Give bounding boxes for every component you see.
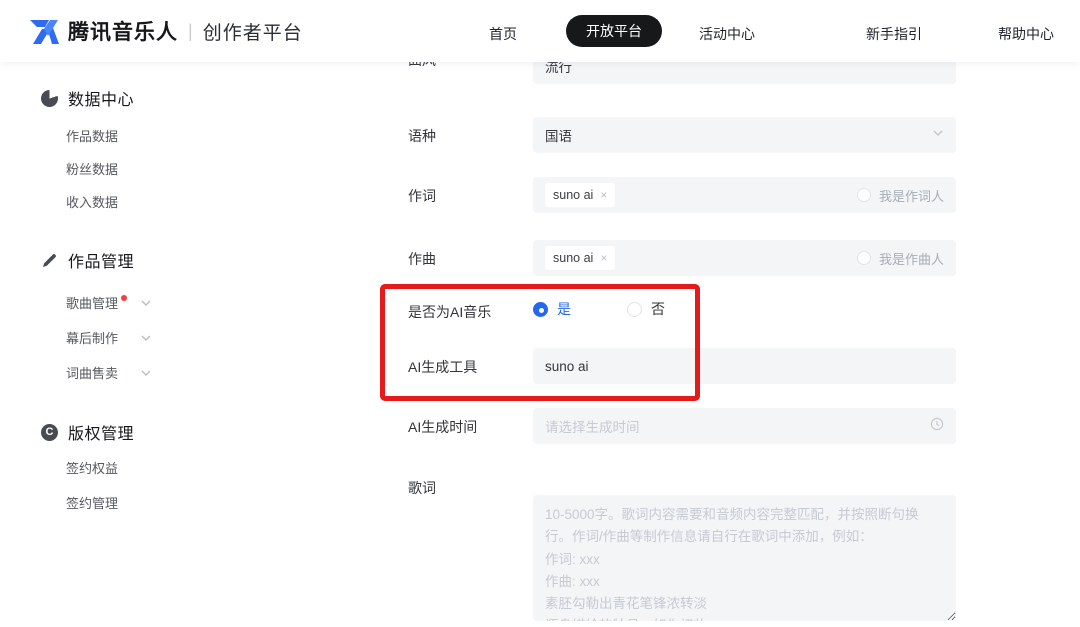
brand-logo[interactable]: 腾讯音乐人 | 创作者平台 [28, 16, 303, 46]
radio-selected-icon [533, 302, 548, 317]
lyrics-label: 歌词 [408, 478, 436, 498]
language-value: 国语 [545, 125, 572, 145]
ai-time-picker[interactable]: 请选择生成时间 [533, 408, 956, 444]
sidebar: 数据中心 作品数据 粉丝数据 收入数据 作品管理 歌曲管理 幕后制作 [0, 62, 220, 627]
language-label: 语种 [408, 126, 436, 146]
lyrics-textarea[interactable] [533, 495, 956, 621]
tag-text: suno ai [553, 251, 593, 265]
radio-option-label: 是 [557, 299, 571, 319]
is-ai-music-label: 是否为AI音乐 [408, 302, 491, 322]
sidebar-item-contract-management[interactable]: 签约管理 [66, 493, 118, 512]
sidebar-item-label: 签约权益 [66, 458, 118, 477]
lyricist-tag[interactable]: suno ai × [545, 183, 615, 207]
logo-title: 腾讯音乐人 [68, 16, 178, 46]
clock-icon [930, 417, 944, 436]
sidebar-group-works-management[interactable]: 作品管理 [40, 248, 134, 272]
sidebar-item-contract-rights[interactable]: 签约权益 [66, 458, 118, 477]
radio-option-yes[interactable]: 是 [533, 299, 571, 319]
composer-field[interactable]: suno ai × 我是作曲人 [533, 240, 956, 276]
tencent-music-logo-icon [28, 16, 60, 46]
sidebar-item-works-data[interactable]: 作品数据 [66, 126, 118, 145]
chevron-down-icon[interactable] [141, 368, 151, 378]
nav-beginner-guide[interactable]: 新手指引 [866, 24, 922, 44]
sidebar-item-song-management[interactable]: 歌曲管理 [66, 293, 151, 312]
logo-subtitle: 创作者平台 [203, 18, 303, 45]
top-header: 腾讯音乐人 | 创作者平台 首页 开放平台 活动中心 新手指引 帮助中心 [0, 0, 1080, 62]
lyricist-label: 作词 [408, 186, 436, 206]
tag-text: suno ai [553, 188, 593, 202]
radio-option-no[interactable]: 否 [627, 299, 665, 319]
nav-help-center[interactable]: 帮助中心 [998, 24, 1054, 44]
radio-label: 我是作词人 [879, 186, 944, 205]
language-select[interactable]: 国语 [533, 117, 956, 153]
is-ai-music-radio-group: 是 否 [533, 299, 665, 319]
i-am-lyricist-radio[interactable]: 我是作词人 [857, 186, 944, 205]
ai-tool-label: AI生成工具 [408, 357, 477, 377]
sidebar-item-label: 作品数据 [66, 126, 118, 145]
sidebar-item-label: 粉丝数据 [66, 159, 118, 178]
pie-chart-icon [40, 89, 59, 108]
sidebar-item-behind-scenes[interactable]: 幕后制作 [66, 328, 151, 347]
sidebar-item-label: 收入数据 [66, 192, 118, 211]
sidebar-group-title: 作品管理 [68, 248, 134, 272]
tag-remove-icon[interactable]: × [600, 251, 607, 265]
chevron-down-icon[interactable] [141, 333, 151, 343]
lyricist-field[interactable]: suno ai × 我是作词人 [533, 177, 956, 213]
nav-open-platform-active[interactable]: 开放平台 [566, 15, 662, 47]
sidebar-item-label: 签约管理 [66, 493, 118, 512]
tag-remove-icon[interactable]: × [600, 188, 607, 202]
composer-label: 作曲 [408, 249, 436, 269]
radio-option-label: 否 [651, 299, 665, 319]
nav-home[interactable]: 首页 [489, 24, 517, 44]
sidebar-group-title: 数据中心 [68, 86, 134, 110]
sidebar-item-label: 词曲售卖 [66, 363, 118, 382]
pencil-icon [40, 251, 59, 270]
ai-time-placeholder: 请选择生成时间 [545, 416, 640, 436]
sidebar-item-label: 幕后制作 [66, 328, 118, 347]
sidebar-group-data-center[interactable]: 数据中心 [40, 86, 134, 110]
sidebar-group-copyright[interactable]: C 版权管理 [40, 420, 134, 444]
radio-unselected-icon [627, 302, 642, 317]
sidebar-item-lyrics-sale[interactable]: 词曲售卖 [66, 363, 151, 382]
ai-tool-value: suno ai [545, 359, 589, 374]
sidebar-item-fans-data[interactable]: 粉丝数据 [66, 159, 118, 178]
sidebar-item-label: 歌曲管理 [66, 293, 118, 312]
radio-icon [857, 251, 871, 265]
radio-label: 我是作曲人 [879, 249, 944, 268]
chevron-down-icon[interactable] [141, 298, 151, 308]
sidebar-item-income-data[interactable]: 收入数据 [66, 192, 118, 211]
nav-activity-center[interactable]: 活动中心 [699, 24, 755, 44]
chevron-down-icon [932, 126, 944, 144]
radio-icon [857, 188, 871, 202]
sidebar-group-title: 版权管理 [68, 420, 134, 444]
copyright-icon: C [40, 423, 59, 442]
logo-divider: | [188, 21, 193, 42]
composer-tag[interactable]: suno ai × [545, 246, 615, 270]
ai-tool-input[interactable]: suno ai [533, 348, 956, 384]
notification-dot [121, 295, 127, 301]
i-am-composer-radio[interactable]: 我是作曲人 [857, 249, 944, 268]
ai-time-label: AI生成时间 [408, 417, 477, 437]
app-window: 曲风 流行 腾讯音乐人 | 创作者平台 首页 开放平台 活动中心 新手指引 帮助… [0, 0, 1080, 627]
